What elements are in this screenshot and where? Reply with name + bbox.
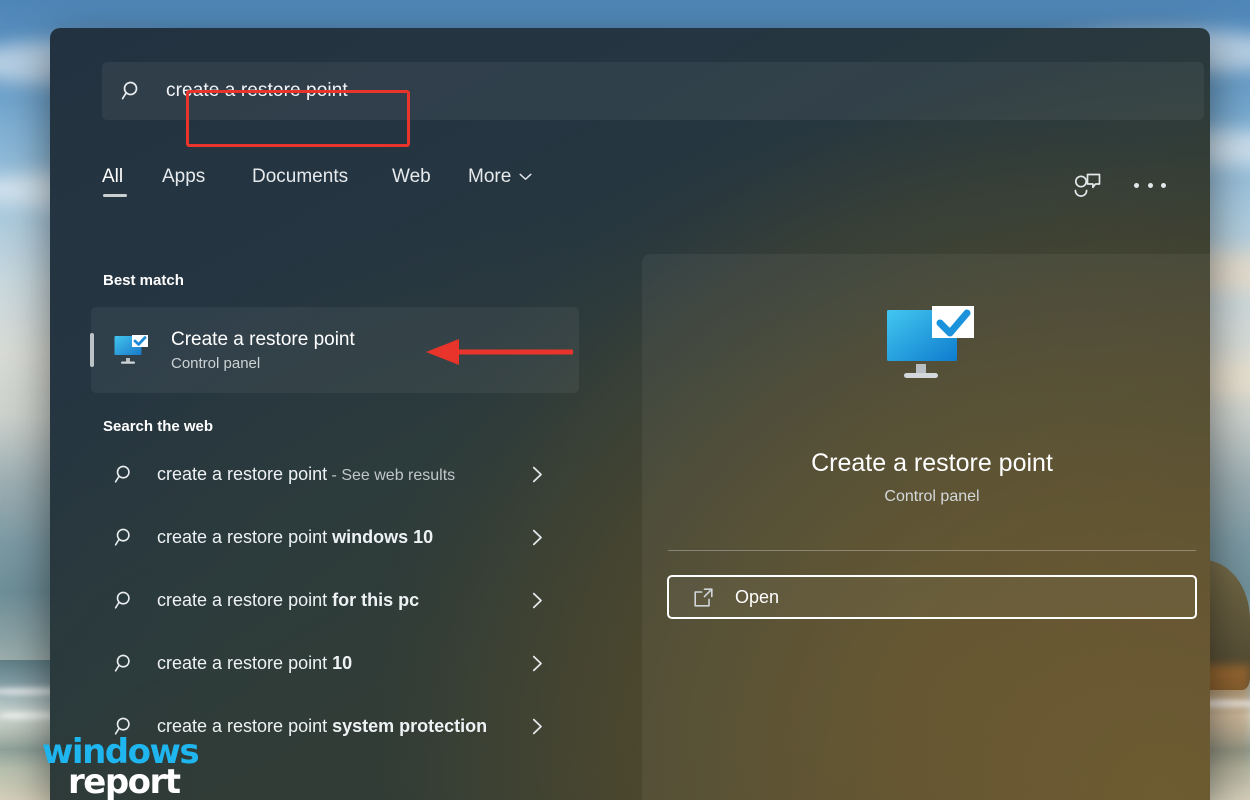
restore-point-icon xyxy=(883,304,981,386)
open-button[interactable]: Open xyxy=(667,575,1197,619)
search-icon xyxy=(120,79,144,103)
search-icon xyxy=(113,652,136,675)
web-suggestion-label: create a restore point system protection xyxy=(157,713,507,739)
tab-web[interactable]: Web xyxy=(392,166,431,195)
search-input[interactable]: create a restore point xyxy=(102,62,1204,120)
search-icon xyxy=(113,526,136,549)
preview-divider xyxy=(668,550,1196,551)
chevron-right-icon xyxy=(532,655,543,672)
chevron-right-icon xyxy=(532,718,543,735)
web-suggestion-item[interactable]: create a restore point - See web results xyxy=(91,443,579,506)
web-suggestion-label: create a restore point - See web results xyxy=(157,461,507,487)
search-icon xyxy=(113,715,136,738)
chevron-right-icon xyxy=(532,466,543,483)
chevron-right-icon xyxy=(532,529,543,546)
search-icon xyxy=(113,589,136,612)
more-options-icon[interactable] xyxy=(1134,178,1166,192)
web-suggestion-item[interactable]: create a restore point for this pc xyxy=(91,569,579,632)
search-the-web-heading: Search the web xyxy=(103,418,595,435)
preview-subtitle: Control panel xyxy=(884,488,979,506)
search-bar-region: create a restore point xyxy=(50,28,1210,150)
feedback-icon[interactable] xyxy=(1072,172,1102,198)
tab-apps[interactable]: Apps xyxy=(162,166,205,195)
web-suggestion-item[interactable]: create a restore point 10 xyxy=(91,632,579,695)
ellipsis-dot xyxy=(1134,183,1139,188)
best-match-result-row[interactable]: Create a restore point Control panel xyxy=(91,307,579,393)
web-suggestion-label: create a restore point windows 10 xyxy=(157,524,507,550)
tab-more-label: More xyxy=(468,166,511,188)
tab-more[interactable]: More xyxy=(468,166,532,195)
ellipsis-dot xyxy=(1161,183,1166,188)
search-icon xyxy=(113,463,136,486)
best-match-title: Create a restore point xyxy=(171,328,355,352)
restore-point-icon xyxy=(113,333,151,367)
best-match-heading: Best match xyxy=(103,272,595,289)
web-suggestion-item[interactable]: create a restore point windows 10 xyxy=(91,506,579,569)
web-suggestion-label: create a restore point 10 xyxy=(157,650,507,676)
best-match-texts: Create a restore point Control panel xyxy=(171,328,355,372)
tab-documents[interactable]: Documents xyxy=(252,166,348,195)
search-flyout-panel: create a restore point All Apps Document… xyxy=(50,28,1210,800)
web-suggestion-item[interactable]: create a restore point system protection xyxy=(91,695,579,758)
web-suggestion-label: create a restore point for this pc xyxy=(157,587,507,613)
desktop-wallpaper: create a restore point All Apps Document… xyxy=(0,0,1250,800)
tab-all[interactable]: All xyxy=(102,166,123,195)
search-input-value: create a restore point xyxy=(166,80,348,102)
chevron-right-icon xyxy=(532,592,543,609)
best-match-subtitle: Control panel xyxy=(171,355,355,372)
preview-title: Create a restore point xyxy=(811,449,1053,478)
chevron-down-icon xyxy=(519,173,532,181)
filter-tab-bar: All Apps Documents Web More xyxy=(50,150,1210,232)
web-suggestion-list: create a restore point - See web results… xyxy=(50,443,595,758)
preview-pane: Create a restore point Control panel Ope… xyxy=(642,254,1210,800)
results-column: Best match Create a restore point xyxy=(50,232,595,800)
ellipsis-dot xyxy=(1148,183,1153,188)
open-button-label: Open xyxy=(735,587,779,608)
open-external-icon xyxy=(693,587,714,608)
